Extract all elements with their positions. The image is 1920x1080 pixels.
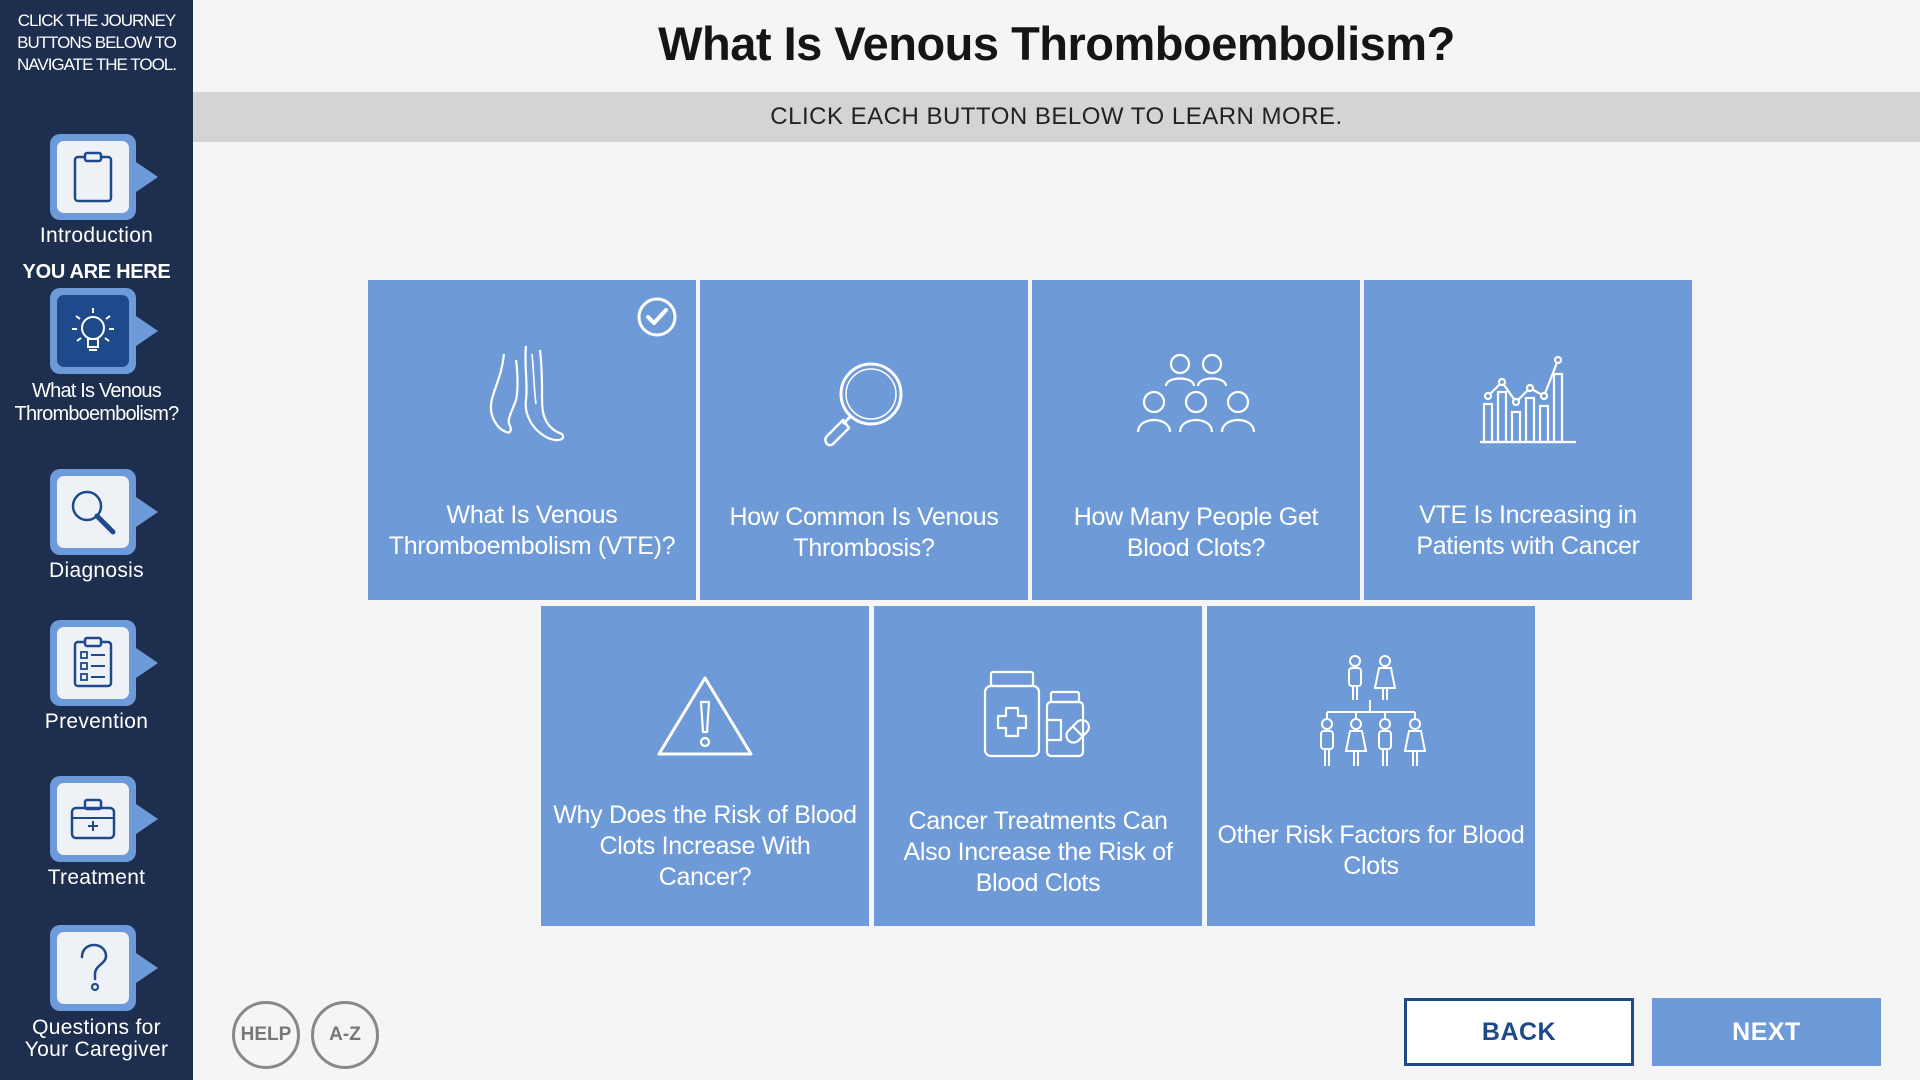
nav-label-prevention: Prevention xyxy=(44,710,149,733)
card-what-is-vte[interactable]: What Is Venous Thromboembolism (VTE)? xyxy=(368,280,696,600)
nav-pointer xyxy=(136,162,158,192)
bar-chart-icon xyxy=(1480,355,1576,444)
nav-pointer xyxy=(136,804,158,834)
card-label: How Common Is Venous Thrombosis? xyxy=(729,503,999,562)
card-how-common[interactable]: How Common Is Venous Thrombosis? xyxy=(700,280,1028,600)
clipboard-icon xyxy=(73,151,113,203)
card-label: What Is Venous Thromboembolism (VTE)? xyxy=(388,501,676,560)
nav-pointer xyxy=(136,316,158,346)
card-label: Other Risk Factors for Blood Clots xyxy=(1217,821,1525,880)
instruction-bar: CLICK EACH BUTTON BELOW TO LEARN MORE. xyxy=(193,92,1920,142)
nav-pointer xyxy=(136,953,158,983)
nav-tile[interactable] xyxy=(50,288,136,374)
check-circle-icon xyxy=(637,297,677,337)
medical-kit-icon xyxy=(70,798,116,840)
magnifying-glass-icon xyxy=(824,362,903,447)
nav-pointer xyxy=(136,497,158,527)
card-why-risk-increase[interactable]: Why Does the Risk of Blood Clots Increas… xyxy=(541,606,869,926)
nav-tile[interactable] xyxy=(50,134,136,220)
card-how-many-people[interactable]: How Many People Get Blood Clots? xyxy=(1032,280,1360,600)
nav-label-questions: Questions for Your Caregiver xyxy=(24,1016,169,1061)
nav-label-introduction: Introduction xyxy=(39,224,154,247)
card-label: Cancer Treatments Can Also Increase the … xyxy=(903,807,1173,897)
lightbulb-icon xyxy=(72,308,114,351)
magnifier-icon xyxy=(71,490,116,535)
nav-label-treatment: Treatment xyxy=(47,866,146,889)
nav-item-treatment[interactable]: Treatment xyxy=(0,776,193,896)
back-button[interactable]: BACK xyxy=(1404,998,1634,1066)
medicine-bottles-icon xyxy=(983,670,1091,758)
nav-tile[interactable] xyxy=(50,776,136,862)
card-vte-increasing[interactable]: VTE Is Increasing in Patients with Cance… xyxy=(1364,280,1692,600)
nav-label-diagnosis: Diagnosis xyxy=(49,559,144,582)
nav-item-prevention[interactable]: Prevention xyxy=(0,620,193,740)
card-label: VTE Is Increasing in Patients with Cance… xyxy=(1416,501,1640,560)
nav-item-what-is-vte[interactable]: What Is Venous Thromboembolism? xyxy=(0,288,193,428)
glossary-az-button[interactable]: A-Z xyxy=(311,1001,379,1069)
next-button[interactable]: NEXT xyxy=(1652,998,1881,1066)
nav-tile[interactable] xyxy=(50,469,136,555)
sidebar-instructions: CLICK THE JOURNEY BUTTONS BELOW TO NAVIG… xyxy=(17,11,177,74)
nav-label-what-is-vte: What Is Venous Thromboembolism? xyxy=(14,380,180,425)
nav-tile[interactable] xyxy=(50,925,136,1011)
warning-triangle-icon xyxy=(657,676,753,756)
nav-pointer xyxy=(136,648,158,678)
nav-item-diagnosis[interactable]: Diagnosis xyxy=(0,469,193,589)
checklist-icon xyxy=(73,636,113,688)
nav-tile[interactable] xyxy=(50,620,136,706)
card-label: How Many People Get Blood Clots? xyxy=(1073,503,1319,562)
card-other-risk-factors[interactable]: Other Risk Factors for Blood Clots xyxy=(1207,606,1535,926)
sidebar: CLICK THE JOURNEY BUTTONS BELOW TO NAVIG… xyxy=(0,0,193,1080)
people-group-icon xyxy=(1136,353,1256,433)
nav-item-questions[interactable]: Questions for Your Caregiver xyxy=(0,925,193,1075)
family-tree-icon xyxy=(1320,655,1427,766)
page-title: What Is Venous Thromboembolism? xyxy=(658,17,1455,70)
help-button[interactable]: HELP xyxy=(232,1001,300,1069)
you-are-here-label: YOU ARE HERE xyxy=(22,261,171,283)
card-cancer-treatments[interactable]: Cancer Treatments Can Also Increase the … xyxy=(874,606,1202,926)
card-label: Why Does the Risk of Blood Clots Increas… xyxy=(553,801,857,891)
nav-item-introduction[interactable]: Introduction xyxy=(0,134,193,254)
legs-icon xyxy=(489,345,565,442)
question-mark-icon xyxy=(80,943,108,992)
